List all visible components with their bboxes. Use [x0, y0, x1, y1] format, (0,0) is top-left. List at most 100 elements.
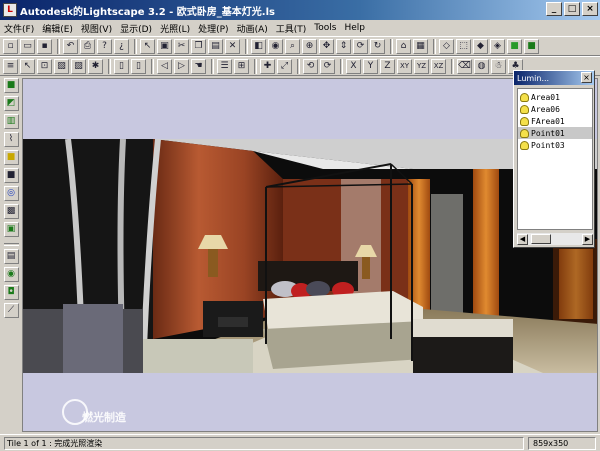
- menu-display[interactable]: 显示(D): [120, 22, 152, 35]
- axis-z-button[interactable]: Z: [380, 58, 395, 74]
- view-icon[interactable]: ▦: [413, 38, 428, 54]
- toolbar-separator: [211, 58, 214, 74]
- list-item[interactable]: Point03: [518, 139, 592, 151]
- help-icon[interactable]: ?: [97, 38, 112, 54]
- pointer-icon[interactable]: ↖: [20, 58, 35, 74]
- box-outline-icon[interactable]: ⬚: [456, 38, 471, 54]
- save-icon[interactable]: ▪: [37, 38, 52, 54]
- eye-icon[interactable]: ◉: [268, 38, 283, 54]
- shaded-icon[interactable]: ◈: [490, 38, 505, 54]
- maximize-button[interactable]: □: [564, 2, 580, 16]
- new-file-icon[interactable]: ▫: [3, 38, 18, 54]
- luminaire-list[interactable]: Area01 Area06 FArea01 Point01 Point03: [517, 88, 593, 230]
- walk-icon[interactable]: ⇕: [336, 38, 351, 54]
- scroll-left-icon[interactable]: ◀: [517, 233, 528, 245]
- print-icon[interactable]: ⎙: [80, 38, 95, 54]
- wand-icon[interactable]: ⟋: [3, 303, 19, 318]
- move-right-icon[interactable]: ▷: [174, 58, 189, 74]
- paste-icon[interactable]: ▤: [208, 38, 223, 54]
- menu-edit[interactable]: 编辑(E): [42, 22, 73, 35]
- restore-icon[interactable]: ⟲: [303, 58, 318, 74]
- panel-close-button[interactable]: ×: [581, 72, 592, 83]
- menu-tools[interactable]: Tools: [314, 23, 336, 33]
- cut-icon[interactable]: ✂: [174, 38, 189, 54]
- camera-icon[interactable]: ⌂: [396, 38, 411, 54]
- menu-file[interactable]: 文件(F): [4, 22, 34, 35]
- minimize-button[interactable]: _: [546, 2, 562, 16]
- open-folder-icon[interactable]: ▭: [20, 38, 35, 54]
- stack-icon[interactable]: ▤: [3, 249, 19, 264]
- context-help-icon[interactable]: ¿: [114, 38, 129, 54]
- page-icon[interactable]: ▯: [114, 58, 129, 74]
- axis-xy-button[interactable]: XY: [397, 58, 412, 74]
- undo-icon[interactable]: ↶: [63, 38, 78, 54]
- cube-green-icon[interactable]: ■: [3, 78, 19, 93]
- render-icon[interactable]: ◧: [251, 38, 266, 54]
- texture-icon[interactable]: ▨: [71, 58, 86, 74]
- box-solid-icon[interactable]: ◆: [473, 38, 488, 54]
- menu-help[interactable]: Help: [344, 23, 365, 33]
- panel-horizontal-scrollbar[interactable]: ◀ ▶: [517, 233, 593, 245]
- toolbar-separator: [245, 38, 248, 54]
- orbit-icon[interactable]: ⟳: [353, 38, 368, 54]
- menu-light[interactable]: 光照(L): [160, 22, 190, 35]
- panel-title-bar[interactable]: Lumin... ×: [514, 71, 594, 85]
- move-left-icon[interactable]: ◁: [157, 58, 172, 74]
- panel-icon[interactable]: ▥: [3, 114, 19, 129]
- axis-yz-button[interactable]: YZ: [414, 58, 429, 74]
- green-solid-icon[interactable]: ■: [524, 38, 539, 54]
- eraser-icon[interactable]: ⌫: [457, 58, 472, 74]
- axis-x-button[interactable]: X: [346, 58, 361, 74]
- pan-icon[interactable]: ✥: [319, 38, 334, 54]
- black-square-icon[interactable]: ■: [3, 168, 19, 183]
- menu-tools-cn[interactable]: 工具(T): [276, 22, 307, 35]
- gradient-icon[interactable]: ▩: [3, 204, 19, 219]
- menu-view[interactable]: 视图(V): [81, 22, 112, 35]
- delete-icon[interactable]: ✕: [225, 38, 240, 54]
- pick-icon[interactable]: ⊡: [37, 58, 52, 74]
- menu-process[interactable]: 处理(P): [198, 22, 228, 35]
- copy-icon[interactable]: ❐: [191, 38, 206, 54]
- list-item-label: Area06: [531, 104, 560, 114]
- material-icon[interactable]: ▧: [54, 58, 69, 74]
- brush-icon[interactable]: ⌇: [3, 132, 19, 147]
- camera-view-icon[interactable]: ◘: [3, 285, 19, 300]
- select-icon[interactable]: ↖: [140, 38, 155, 54]
- zoom-icon[interactable]: ⌕: [285, 38, 300, 54]
- hand-icon[interactable]: ☚: [191, 58, 206, 74]
- cube-shaded-icon[interactable]: ◩: [3, 96, 19, 111]
- green-cube-icon[interactable]: ■: [507, 38, 522, 54]
- refresh-icon[interactable]: ⟳: [320, 58, 335, 74]
- list-item-selected[interactable]: Point01: [518, 127, 592, 139]
- wireframe-icon[interactable]: ◇: [439, 38, 454, 54]
- render-viewport[interactable]: [22, 78, 598, 432]
- transform-icon[interactable]: ✚: [260, 58, 275, 74]
- globe-icon[interactable]: ◎: [3, 186, 19, 201]
- marker-icon[interactable]: ◍: [474, 58, 489, 74]
- walk-person-icon[interactable]: ☃: [491, 58, 506, 74]
- layers-icon[interactable]: ≡: [3, 58, 18, 74]
- screen-icon[interactable]: ▣: [3, 222, 19, 237]
- close-button[interactable]: ×: [582, 2, 598, 16]
- rotate-icon[interactable]: ↻: [370, 38, 385, 54]
- doc-icon[interactable]: ▯: [131, 58, 146, 74]
- scale-icon[interactable]: ⤢: [277, 58, 292, 74]
- property-icon[interactable]: ☰: [217, 58, 232, 74]
- zoom-window-icon[interactable]: ⊕: [302, 38, 317, 54]
- menu-animation[interactable]: 动画(A): [237, 22, 268, 35]
- list-item[interactable]: Area01: [518, 91, 592, 103]
- yellow-light-icon[interactable]: ■: [3, 150, 19, 165]
- target-icon[interactable]: ◉: [3, 267, 19, 282]
- axis-xz-button[interactable]: XZ: [431, 58, 446, 74]
- list-item[interactable]: Area06: [518, 103, 592, 115]
- app-icon[interactable]: L: [3, 3, 17, 17]
- luminaire-icon[interactable]: ✱: [88, 58, 103, 74]
- panel-title: Lumin...: [517, 73, 550, 83]
- block-icon[interactable]: ▣: [157, 38, 172, 54]
- list-item[interactable]: FArea01: [518, 115, 592, 127]
- window-controls: _ □ ×: [546, 2, 598, 16]
- align-icon[interactable]: ⊞: [234, 58, 249, 74]
- scroll-thumb[interactable]: [531, 234, 551, 244]
- axis-y-button[interactable]: Y: [363, 58, 378, 74]
- scroll-right-icon[interactable]: ▶: [582, 233, 593, 245]
